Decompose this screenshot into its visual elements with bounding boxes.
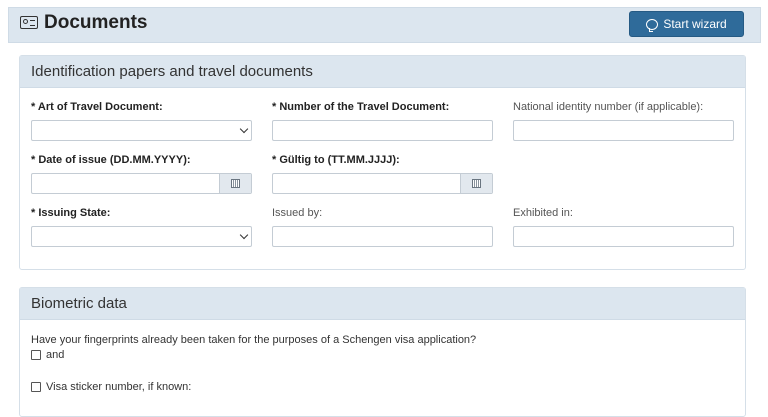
page-header: Documents Start wizard bbox=[8, 7, 761, 43]
exhibited-in-group: Exhibited in: bbox=[513, 207, 734, 247]
fingerprints-and-checkbox[interactable] bbox=[31, 350, 41, 360]
calendar-icon bbox=[231, 179, 240, 188]
fingerprints-question: Have your fingerprints already been take… bbox=[31, 334, 477, 346]
chat-bubble-icon bbox=[646, 18, 659, 32]
valid-to-group: * Gültig to (TT.MM.JJJJ): bbox=[272, 154, 493, 194]
issue-date-input[interactable] bbox=[31, 173, 252, 194]
chevron-down-icon bbox=[239, 230, 249, 240]
travel-documents-panel: Identification papers and travel documen… bbox=[19, 55, 746, 270]
national-id-label: National identity number (if applicable)… bbox=[513, 101, 704, 113]
fingerprints-and-label: and bbox=[46, 349, 65, 361]
biometric-panel: Biometric data Have your fingerprints al… bbox=[19, 287, 746, 417]
document-number-group: * Number of the Travel Document: bbox=[272, 101, 493, 141]
issue-date-calendar-button[interactable] bbox=[219, 174, 251, 193]
issue-date-group: * Date of issue (DD.MM.YYYY): bbox=[31, 154, 252, 194]
issued-by-input[interactable] bbox=[272, 226, 493, 247]
issuing-state-select[interactable] bbox=[31, 226, 252, 247]
issuing-state-label: * Issuing State: bbox=[31, 207, 111, 219]
visa-sticker-label: Visa sticker number, if known: bbox=[46, 381, 192, 393]
issue-date-label: * Date of issue (DD.MM.YYYY): bbox=[31, 154, 191, 166]
national-id-input[interactable] bbox=[513, 120, 734, 141]
exhibited-in-input[interactable] bbox=[513, 226, 734, 247]
art-of-document-group: * Art of Travel Document: bbox=[31, 101, 252, 141]
valid-to-input[interactable] bbox=[272, 173, 493, 194]
document-number-input[interactable] bbox=[272, 120, 493, 141]
issued-by-label: Issued by: bbox=[272, 207, 323, 219]
biometric-title: Biometric data bbox=[20, 288, 745, 320]
document-number-label: * Number of the Travel Document: bbox=[272, 101, 450, 113]
travel-documents-title: Identification papers and travel documen… bbox=[20, 56, 745, 88]
start-wizard-button[interactable]: Start wizard bbox=[629, 11, 744, 37]
issuing-state-group: * Issuing State: bbox=[31, 207, 252, 247]
chevron-down-icon bbox=[239, 124, 249, 134]
issued-by-group: Issued by: bbox=[272, 207, 493, 247]
art-of-document-label: * Art of Travel Document: bbox=[31, 101, 163, 113]
art-of-document-select[interactable] bbox=[31, 120, 252, 141]
fingerprints-and-option[interactable]: and bbox=[31, 349, 64, 361]
national-id-group: National identity number (if applicable)… bbox=[513, 101, 734, 141]
valid-to-label: * Gültig to (TT.MM.JJJJ): bbox=[272, 154, 400, 166]
start-wizard-label: Start wizard bbox=[663, 17, 727, 31]
visa-sticker-checkbox[interactable] bbox=[31, 382, 41, 392]
valid-to-calendar-button[interactable] bbox=[460, 174, 492, 193]
calendar-icon bbox=[472, 179, 481, 188]
page-title: Documents bbox=[44, 12, 148, 33]
exhibited-in-label: Exhibited in: bbox=[513, 207, 573, 219]
visa-sticker-option[interactable]: Visa sticker number, if known: bbox=[31, 381, 191, 393]
id-card-icon bbox=[20, 16, 38, 29]
